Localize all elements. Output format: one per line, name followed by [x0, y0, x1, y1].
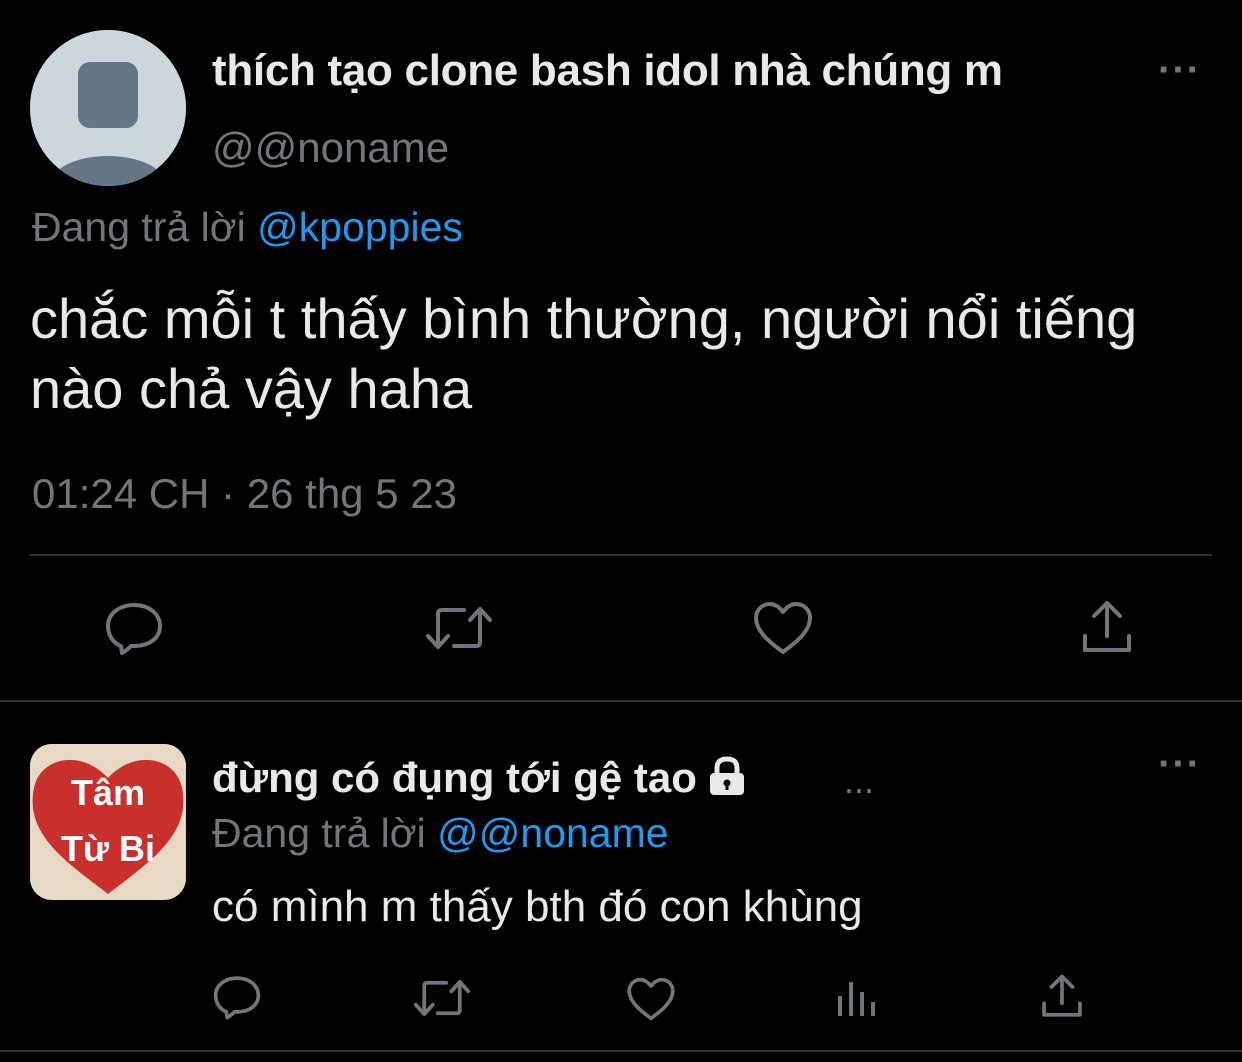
like-button[interactable] — [626, 976, 676, 1022]
lock-icon — [705, 756, 749, 806]
more-options-icon[interactable]: ··· — [1158, 50, 1201, 90]
display-name[interactable]: đừng có đụng tới gệ tao — [212, 754, 749, 806]
reply-icon — [213, 976, 261, 1020]
section-separator — [0, 1050, 1242, 1052]
tweet-text: có mình m thấy bth đó con khùng — [212, 882, 863, 931]
like-icon — [754, 602, 812, 654]
retweet-icon — [413, 980, 471, 1016]
default-profile-icon — [30, 30, 186, 186]
reply-icon — [106, 603, 162, 655]
avatar[interactable]: Tâm Từ Bi — [30, 744, 186, 900]
share-button[interactable] — [1080, 598, 1134, 656]
avatar[interactable] — [30, 30, 186, 186]
heart-avatar-image — [30, 744, 186, 900]
avatar-text-line2: Từ Bi — [60, 828, 156, 869]
reply-mention-link[interactable]: @@noname — [437, 810, 668, 856]
replying-to-label: Đang trả lời — [32, 204, 246, 250]
like-button[interactable] — [752, 600, 814, 656]
reply-button[interactable] — [212, 974, 262, 1020]
retweet-icon — [426, 607, 492, 649]
divider — [30, 554, 1212, 556]
timestamp[interactable]: 01:24 CH · 26 thg 5 23 — [32, 470, 457, 518]
avatar-text-line1: Tâm — [70, 772, 146, 813]
analytics-button[interactable] — [834, 974, 880, 1020]
reply-button[interactable] — [104, 600, 164, 656]
handle[interactable]: @@noname — [212, 124, 449, 172]
analytics-icon — [838, 982, 875, 1016]
share-icon — [1042, 974, 1082, 1017]
replying-to: Đang trả lời @@noname — [212, 810, 669, 857]
replying-to-label: Đang trả lời — [212, 810, 426, 856]
replying-to: Đang trả lời @kpoppies — [32, 204, 463, 251]
section-separator — [0, 700, 1242, 702]
like-icon — [627, 977, 675, 1021]
share-button[interactable] — [1040, 972, 1084, 1020]
tweet-text: chắc mỗi t thấy bình thường, người nổi t… — [30, 287, 1138, 420]
reply-mention-link[interactable]: @kpoppies — [257, 204, 463, 250]
retweet-button[interactable] — [412, 976, 472, 1020]
main-tweet: thích tạo clone bash idol nhà chúng m @@… — [0, 0, 1242, 700]
retweet-button[interactable] — [424, 602, 494, 654]
share-icon — [1083, 601, 1131, 652]
display-name-text: đừng có đụng tới gệ tao — [212, 754, 697, 801]
display-name[interactable]: thích tạo clone bash idol nhà chúng m — [212, 46, 1003, 96]
name-truncation: ... — [844, 760, 875, 801]
more-options-icon[interactable]: ··· — [1158, 744, 1201, 784]
